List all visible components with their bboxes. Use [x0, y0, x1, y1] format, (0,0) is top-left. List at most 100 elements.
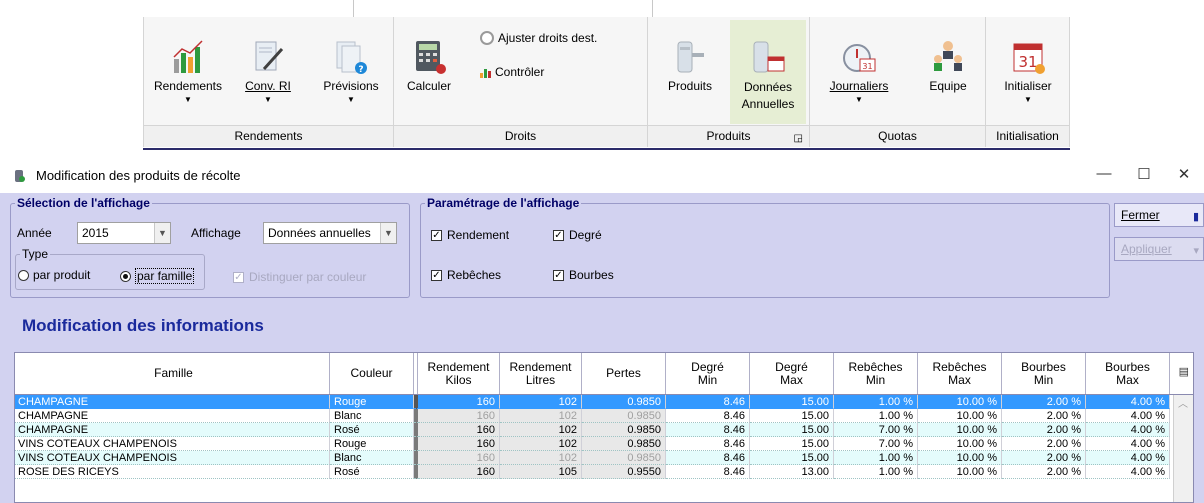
- cell-rendement-kilos[interactable]: 160: [418, 437, 500, 451]
- vertical-scrollbar[interactable]: ︿: [1173, 395, 1193, 502]
- distinguer-couleur-checkbox[interactable]: ✓ Distinguer par couleur: [233, 270, 366, 284]
- dialog-launcher-icon[interactable]: ◲: [794, 128, 803, 149]
- cell-rendement-litres[interactable]: 102: [500, 437, 582, 451]
- fermer-button[interactable]: Fermer ▮: [1114, 203, 1204, 227]
- cell-rebeches-min[interactable]: 7.00 %: [834, 423, 918, 437]
- cell-degre-max[interactable]: 15.00: [750, 437, 834, 451]
- cell-rebeches-max[interactable]: 10.00 %: [918, 437, 1002, 451]
- controler-button[interactable]: Contrôler: [480, 65, 544, 79]
- close-button[interactable]: ✕: [1164, 165, 1204, 183]
- header-degre-max[interactable]: Degré Max: [750, 353, 834, 394]
- header-rendement-kilos[interactable]: Rendement Kilos: [418, 353, 500, 394]
- cell-bourbes-min[interactable]: 2.00 %: [1002, 451, 1086, 465]
- header-pertes[interactable]: Pertes: [582, 353, 666, 394]
- cell-degre-min[interactable]: 8.46: [666, 465, 750, 479]
- conv-ri-button[interactable]: Conv. RI ▼: [232, 39, 304, 104]
- cell-couleur[interactable]: Rouge: [330, 437, 414, 451]
- cell-rebeches-max[interactable]: 10.00 %: [918, 409, 1002, 423]
- cell-couleur[interactable]: Rouge: [330, 395, 414, 409]
- cell-pertes[interactable]: 0.9850: [582, 409, 666, 423]
- rebeches-checkbox[interactable]: ✓ Rebêches: [431, 268, 501, 282]
- cell-rebeches-max[interactable]: 10.00 %: [918, 465, 1002, 479]
- cell-famille[interactable]: ROSE DES RICEYS: [15, 465, 330, 479]
- cell-bourbes-min[interactable]: 2.00 %: [1002, 395, 1086, 409]
- header-bourbes-max[interactable]: Bourbes Max: [1086, 353, 1170, 394]
- cell-pertes[interactable]: 0.9550: [582, 465, 666, 479]
- cell-famille[interactable]: CHAMPAGNE: [15, 395, 330, 409]
- cell-bourbes-max[interactable]: 4.00 %: [1086, 465, 1170, 479]
- degre-checkbox[interactable]: ✓ Degré: [553, 228, 602, 242]
- cell-degre-min[interactable]: 8.46: [666, 451, 750, 465]
- radio-par-famille[interactable]: par famille: [120, 268, 195, 284]
- appliquer-button[interactable]: Appliquer ▾: [1114, 237, 1204, 261]
- ajuster-droits-button[interactable]: Ajuster droits dest.: [480, 31, 597, 45]
- cell-rendement-litres[interactable]: 102: [500, 395, 582, 409]
- column-chooser-icon[interactable]: ▤: [1179, 365, 1189, 378]
- initialiser-button[interactable]: 31 Initialiser ▼: [994, 39, 1062, 104]
- cell-bourbes-max[interactable]: 4.00 %: [1086, 437, 1170, 451]
- header-degre-min[interactable]: Degré Min: [666, 353, 750, 394]
- cell-pertes[interactable]: 0.9850: [582, 423, 666, 437]
- affichage-select[interactable]: Données annuelles ▼: [263, 222, 397, 244]
- cell-rendement-litres[interactable]: 105: [500, 465, 582, 479]
- cell-famille[interactable]: CHAMPAGNE: [15, 409, 330, 423]
- cell-rebeches-min[interactable]: 1.00 %: [834, 465, 918, 479]
- cell-rebeches-min[interactable]: 1.00 %: [834, 409, 918, 423]
- cell-pertes[interactable]: 0.9850: [582, 437, 666, 451]
- cell-degre-max[interactable]: 15.00: [750, 451, 834, 465]
- equipe-button[interactable]: Equipe: [918, 39, 978, 93]
- produits-button[interactable]: Produits: [660, 39, 720, 93]
- cell-couleur[interactable]: Blanc: [330, 409, 414, 423]
- cell-rendement-kilos[interactable]: 160: [418, 395, 500, 409]
- radio-par-produit[interactable]: par produit: [18, 268, 90, 282]
- cell-degre-min[interactable]: 8.46: [666, 409, 750, 423]
- cell-degre-max[interactable]: 15.00: [750, 409, 834, 423]
- scroll-up-icon[interactable]: ︿: [1178, 395, 1188, 410]
- cell-rebeches-min[interactable]: 1.00 %: [834, 451, 918, 465]
- cell-rendement-litres[interactable]: 102: [500, 409, 582, 423]
- cell-degre-max[interactable]: 15.00: [750, 395, 834, 409]
- bourbes-checkbox[interactable]: ✓ Bourbes: [553, 268, 614, 282]
- cell-bourbes-max[interactable]: 4.00 %: [1086, 395, 1170, 409]
- calculer-button[interactable]: Calculer: [400, 39, 458, 93]
- header-rebeches-max[interactable]: Rebêches Max: [918, 353, 1002, 394]
- cell-bourbes-min[interactable]: 2.00 %: [1002, 465, 1086, 479]
- cell-rebeches-min[interactable]: 1.00 %: [834, 395, 918, 409]
- table-row[interactable]: ROSE DES RICEYS Rosé 160 105 0.9550 8.46…: [15, 465, 1193, 479]
- cell-rendement-kilos[interactable]: 160: [418, 451, 500, 465]
- cell-rebeches-max[interactable]: 10.00 %: [918, 423, 1002, 437]
- cell-famille[interactable]: VINS COTEAUX CHAMPENOIS: [15, 437, 330, 451]
- cell-degre-max[interactable]: 13.00: [750, 465, 834, 479]
- table-row[interactable]: CHAMPAGNE Blanc 160 102 0.9850 8.46 15.0…: [15, 409, 1193, 423]
- cell-pertes[interactable]: 0.9850: [582, 451, 666, 465]
- cell-degre-min[interactable]: 8.46: [666, 437, 750, 451]
- cell-rendement-kilos[interactable]: 160: [418, 423, 500, 437]
- cell-rebeches-max[interactable]: 10.00 %: [918, 451, 1002, 465]
- cell-degre-max[interactable]: 15.00: [750, 423, 834, 437]
- cell-famille[interactable]: VINS COTEAUX CHAMPENOIS: [15, 451, 330, 465]
- table-row[interactable]: CHAMPAGNE Rouge 160 102 0.9850 8.46 15.0…: [15, 395, 1193, 409]
- cell-bourbes-min[interactable]: 2.00 %: [1002, 437, 1086, 451]
- cell-couleur[interactable]: Rosé: [330, 423, 414, 437]
- cell-rebeches-max[interactable]: 10.00 %: [918, 395, 1002, 409]
- cell-couleur[interactable]: Rosé: [330, 465, 414, 479]
- cell-bourbes-min[interactable]: 2.00 %: [1002, 423, 1086, 437]
- cell-rendement-litres[interactable]: 102: [500, 451, 582, 465]
- ribbon-active-tab[interactable]: [353, 0, 653, 18]
- header-rebeches-min[interactable]: Rebêches Min: [834, 353, 918, 394]
- annee-select[interactable]: 2015 ▼: [77, 222, 171, 244]
- cell-bourbes-min[interactable]: 2.00 %: [1002, 409, 1086, 423]
- header-rendement-litres[interactable]: Rendement Litres: [500, 353, 582, 394]
- cell-degre-min[interactable]: 8.46: [666, 395, 750, 409]
- table-row[interactable]: VINS COTEAUX CHAMPENOIS Blanc 160 102 0.…: [15, 451, 1193, 465]
- cell-pertes[interactable]: 0.9850: [582, 395, 666, 409]
- cell-rebeches-min[interactable]: 7.00 %: [834, 437, 918, 451]
- journaliers-button[interactable]: 31 Journaliers ▼: [814, 39, 904, 104]
- cell-rendement-kilos[interactable]: 160: [418, 409, 500, 423]
- cell-bourbes-max[interactable]: 4.00 %: [1086, 409, 1170, 423]
- maximize-button[interactable]: ☐: [1124, 165, 1164, 183]
- table-row[interactable]: CHAMPAGNE Rosé 160 102 0.9850 8.46 15.00…: [15, 423, 1193, 437]
- header-bourbes-min[interactable]: Bourbes Min: [1002, 353, 1086, 394]
- header-couleur[interactable]: Couleur: [330, 353, 414, 394]
- donnees-annuelles-button[interactable]: Données Annuelles: [730, 20, 806, 124]
